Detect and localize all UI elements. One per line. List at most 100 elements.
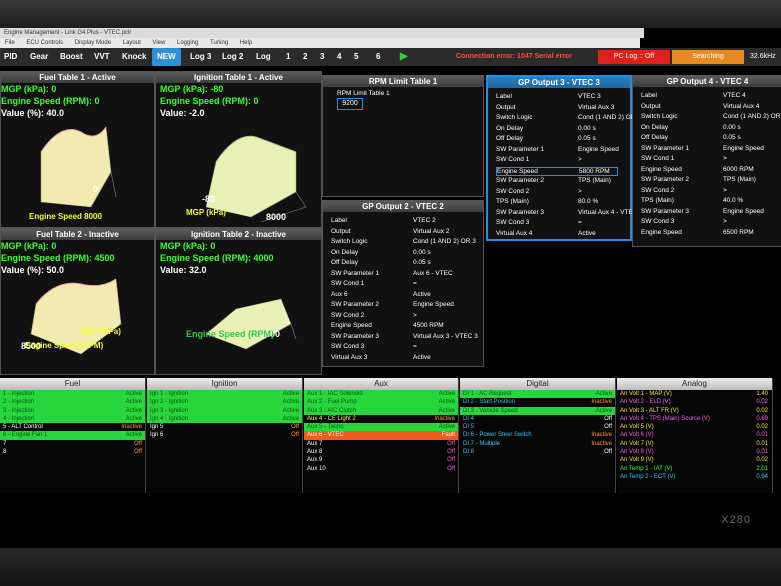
gp3-row[interactable]: SW Cond 1 > xyxy=(496,156,582,163)
menu-help[interactable]: Help xyxy=(240,40,252,46)
fuel-row-status: Active xyxy=(125,415,142,422)
gp4-row[interactable]: Engine Speed 6500 RPM xyxy=(641,229,754,236)
panel-title[interactable]: Fuel Table 1 - Active xyxy=(1,72,154,83)
gp4-row[interactable]: Switch Logic Cond (1 AND 2) OR 3 xyxy=(641,113,781,120)
gp4-row[interactable]: Label VTEC 4 xyxy=(641,92,746,99)
panel-title[interactable]: GP Output 2 - VTEC 2 xyxy=(323,201,483,212)
tab-log-2[interactable]: Log 2 xyxy=(222,48,243,66)
tab-vvt[interactable]: VVT xyxy=(94,48,110,66)
gp3-row[interactable]: Virtual Aux 4 Active xyxy=(496,230,596,237)
gp4-row[interactable]: SW Parameter 1 Engine Speed xyxy=(641,145,764,152)
ignition-table-2-panel[interactable]: Ignition Table 2 - Inactive MGP (kPa): 0… xyxy=(155,228,322,375)
gp2-row[interactable]: Off Delay 0.05 s xyxy=(331,259,431,266)
gp2-row[interactable]: Label VTEC 2 xyxy=(331,217,436,224)
panel-title[interactable]: GP Output 4 - VTEC 4 xyxy=(633,76,781,87)
gp2-row[interactable]: Output Virtual Aux 2 xyxy=(331,228,449,235)
panel-title[interactable]: RPM Limit Table 1 xyxy=(323,76,483,87)
gp3-row[interactable]: SW Parameter 1 Engine Speed xyxy=(496,146,619,153)
gp4-row[interactable]: TPS (Main) 40.0 % xyxy=(641,197,743,204)
tab-1[interactable]: 1 xyxy=(286,48,290,66)
ignition-table-1-panel[interactable]: Ignition Table 1 - Active MGP (kPa): -80… xyxy=(155,71,322,228)
gp4-row[interactable]: SW Cond 3 > xyxy=(641,218,727,225)
tab-6[interactable]: 6 xyxy=(376,48,380,66)
gp3-row[interactable]: Switch Logic Cond (1 AND 2) OR 3 xyxy=(496,114,641,121)
gp3-row[interactable]: Engine Speed 5800 RPM xyxy=(496,166,618,176)
gp2-row[interactable]: SW Parameter 1 Aux 6 - VTEC xyxy=(331,270,453,277)
ignition-row-label: Ign 2 - Ignition xyxy=(150,399,189,406)
menu-ecu-controls[interactable]: ECU Controls xyxy=(26,40,63,46)
gp3-row[interactable]: Output Virtual Aux 3 xyxy=(496,104,614,111)
aux-row-label: Aux 10 xyxy=(307,465,326,472)
gp2-row[interactable]: SW Parameter 3 Virtual Aux 3 - VTEC 3 xyxy=(331,333,478,340)
gp3-row[interactable]: SW Parameter 2 TPS (Main) xyxy=(496,177,611,184)
tab-4[interactable]: 4 xyxy=(337,48,341,66)
fuel-table-2-panel[interactable]: Fuel Table 2 - Inactive MGP (kPa): 0 Eng… xyxy=(0,228,155,375)
aux-row-label: Aux 1 - IAC Solenoid xyxy=(307,391,363,397)
menu-layout[interactable]: Layout xyxy=(123,40,141,46)
gp3-row[interactable]: SW Cond 3 = xyxy=(496,219,582,226)
tab-log-3[interactable]: Log 3 xyxy=(190,48,211,66)
gp4-row-value: > xyxy=(723,155,727,162)
digital-header: Digital xyxy=(460,378,615,390)
panel-title[interactable]: Ignition Table 2 - Inactive xyxy=(156,229,321,240)
gp2-row[interactable]: SW Cond 2 > xyxy=(331,312,417,319)
pc-log-button[interactable]: PC Log :: Off xyxy=(598,50,670,64)
fuel-header: Fuel xyxy=(0,378,145,390)
rpm-limit-value[interactable]: 9200 xyxy=(337,98,363,110)
aux-row-status: Active xyxy=(438,407,455,414)
gp2-row[interactable]: SW Cond 1 = xyxy=(331,280,417,287)
play-icon[interactable]: ▶ xyxy=(400,48,408,66)
menu-tuning[interactable]: Tuning xyxy=(210,40,228,46)
menu-file[interactable]: File xyxy=(5,40,15,46)
gp3-row[interactable]: Label VTEC 3 xyxy=(496,93,601,100)
tab-log[interactable]: Log xyxy=(256,48,271,66)
gp3-row[interactable]: Off Delay 0.05 s xyxy=(496,135,596,142)
panel-title[interactable]: Ignition Table 1 - Active xyxy=(156,72,321,83)
tab-gear[interactable]: Gear xyxy=(30,48,48,66)
digital-row-label: DI 3 - Vehicle Speed xyxy=(463,407,518,414)
menu-view[interactable]: View xyxy=(152,40,165,46)
analog-row-label: An Temp 2 - ECT (V) xyxy=(620,473,676,480)
tab-pid[interactable]: PID xyxy=(4,48,17,66)
gp4-row[interactable]: SW Cond 2 > xyxy=(641,187,727,194)
tab-5[interactable]: 5 xyxy=(354,48,358,66)
tab-3[interactable]: 3 xyxy=(320,48,324,66)
gp4-row[interactable]: SW Parameter 2 TPS (Main) xyxy=(641,176,756,183)
gp3-row[interactable]: TPS (Main) 80.0 % xyxy=(496,198,598,205)
gp3-row[interactable]: On Delay 0.00 s xyxy=(496,125,596,132)
tab-boost[interactable]: Boost xyxy=(60,48,83,66)
gp-output-2-panel[interactable]: GP Output 2 - VTEC 2 Label VTEC 2 Output Vi… xyxy=(322,200,484,367)
analog-row: An Volt 2 - ELD (V) 0.02 xyxy=(617,398,772,406)
panel-title[interactable]: GP Output 3 - VTEC 3 xyxy=(488,77,630,88)
tab-2[interactable]: 2 xyxy=(303,48,307,66)
gp4-row[interactable]: Engine Speed 6000 RPM xyxy=(641,166,754,173)
fuel-row-status: Inactive xyxy=(121,424,142,431)
gp2-row[interactable]: SW Parameter 2 Engine Speed xyxy=(331,301,454,308)
rpm-limit-panel[interactable]: RPM Limit Table 1 RPM Limit Table 1 9200 xyxy=(322,75,484,197)
analog-row: An Volt 3 - ALT FR (V) 0.02 xyxy=(617,407,772,415)
gp2-row[interactable]: On Delay 0.00 s xyxy=(331,249,431,256)
menu-logging[interactable]: Logging xyxy=(177,40,198,46)
gp4-row[interactable]: On Delay 0.00 s xyxy=(641,124,741,131)
gp2-row[interactable]: Virtual Aux 3 Active xyxy=(331,354,431,361)
gp4-row[interactable]: SW Parameter 3 Engine Speed xyxy=(641,208,764,215)
gp2-row[interactable]: SW Cond 3 = xyxy=(331,343,417,350)
gp2-row-value: Virtual Aux 3 - VTEC 3 xyxy=(413,332,478,340)
analog-row-label: An Temp 1 - IAT (V) xyxy=(620,465,673,472)
gp2-row[interactable]: Aux 6 Active xyxy=(331,291,431,298)
gp4-row[interactable]: Output Virtual Aux 4 xyxy=(641,103,759,110)
gp4-row[interactable]: Off Delay 0.05 s xyxy=(641,134,741,141)
gp2-row[interactable]: Engine Speed 4500 RPM xyxy=(331,322,444,329)
tab-new[interactable]: NEW xyxy=(152,48,181,66)
gp2-row[interactable]: Switch Logic Cond (1 AND 2) OR 3 xyxy=(331,238,476,245)
gp-output-3-panel[interactable]: GP Output 3 - VTEC 3 Label VTEC 3 Output Vi… xyxy=(486,75,641,241)
analog-row: An Temp 2 - ECT (V) 0.94 xyxy=(617,473,772,481)
tab-knock[interactable]: Knock xyxy=(122,48,146,66)
fuel-table-1-panel[interactable]: Fuel Table 1 - Active MGP (kPa): 0 Engin… xyxy=(0,71,155,228)
menu-display-mode[interactable]: Display Mode xyxy=(75,40,111,46)
gp3-row[interactable]: SW Cond 2 > xyxy=(496,188,582,195)
gp4-row[interactable]: SW Cond 1 > xyxy=(641,155,727,162)
panel-title[interactable]: Fuel Table 2 - Inactive xyxy=(1,229,154,240)
gp3-row[interactable]: SW Parameter 3 Virtual Aux 4 - VTEC xyxy=(496,209,638,216)
gp-output-4-panel[interactable]: GP Output 4 - VTEC 4 Label VTEC 4 Output Vi… xyxy=(632,75,781,247)
